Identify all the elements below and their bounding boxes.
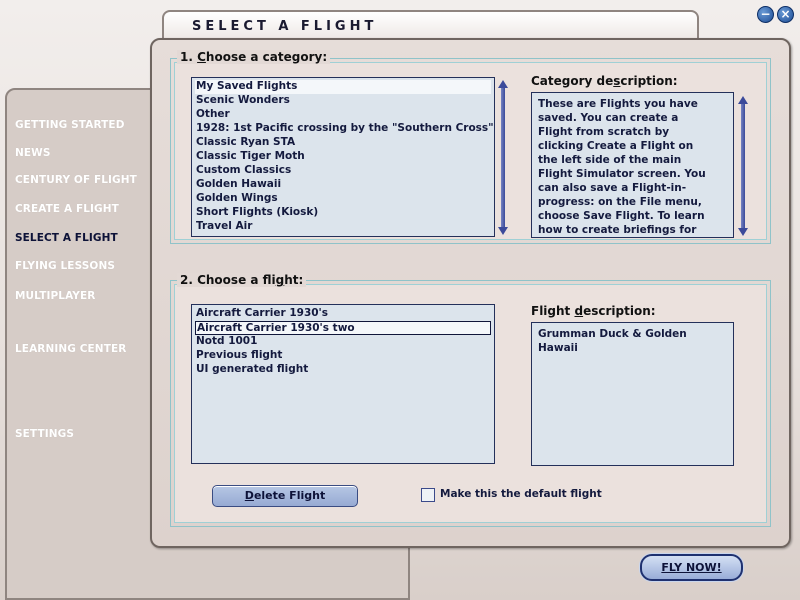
nav-item-multiplayer[interactable]: MULTIPLAYER — [15, 290, 95, 302]
category-description-label: Category description: — [531, 74, 678, 88]
list-item[interactable]: UI generated flight — [195, 363, 491, 377]
flight-description-text: Grumman Duck & Golden Hawaii — [538, 328, 687, 354]
nav-item-getting-started[interactable]: GETTING STARTED — [15, 119, 125, 131]
main-panel: 1. Choose a category: My Saved Flights S… — [150, 38, 791, 548]
scroll-down-arrow-icon[interactable] — [738, 228, 748, 236]
scroll-down-arrow-icon[interactable] — [498, 227, 508, 235]
nav-item-flying-lessons[interactable]: FLYING LESSONS — [15, 260, 115, 272]
category-description-text: These are Flights you have saved. You ca… — [538, 98, 706, 236]
flight-legend: 2. Choose a flight: — [177, 273, 307, 287]
scroll-track[interactable] — [501, 88, 505, 227]
list-item[interactable]: Short Flights (Kiosk) — [195, 206, 491, 220]
scroll-up-arrow-icon[interactable] — [738, 96, 748, 104]
default-flight-checkbox[interactable] — [421, 488, 435, 502]
default-flight-checkbox-label[interactable]: Make this the default flight — [440, 488, 602, 500]
list-item[interactable]: Travel Air — [195, 220, 491, 234]
flight-description-box: Grumman Duck & Golden Hawaii — [531, 322, 734, 466]
page-title: SELECT A FLIGHT — [192, 19, 378, 34]
description-scrollbar[interactable] — [738, 96, 748, 236]
list-item[interactable]: Golden Hawaii — [195, 178, 491, 192]
minimize-button[interactable]: − — [757, 6, 774, 23]
nav-item-news[interactable]: NEWS — [15, 147, 51, 159]
category-legend: 1. Choose a category: — [177, 50, 331, 64]
category-description-box: These are Flights you have saved. You ca… — [531, 92, 734, 238]
flight-description-label: Flight description: — [531, 304, 656, 318]
list-item[interactable]: 1928: 1st Pacific crossing by the "South… — [195, 122, 494, 136]
list-item[interactable]: Scenic Wonders — [195, 94, 491, 108]
list-item[interactable]: Notd 1001 — [195, 335, 491, 349]
category-list[interactable]: My Saved Flights Scenic Wonders Other 19… — [191, 77, 495, 237]
list-item[interactable]: Classic Ryan STA — [195, 136, 491, 150]
list-item[interactable]: Aircraft Carrier 1930's two — [195, 321, 491, 335]
list-item[interactable]: Golden Wings — [195, 192, 491, 206]
list-item[interactable]: Custom Classics — [195, 164, 491, 178]
flight-list[interactable]: Aircraft Carrier 1930's Aircraft Carrier… — [191, 304, 495, 464]
category-list-scrollbar[interactable] — [498, 80, 508, 235]
nav-item-create-a-flight[interactable]: CREATE A FLIGHT — [15, 203, 119, 215]
nav-item-select-a-flight[interactable]: SELECT A FLIGHT — [15, 232, 118, 244]
list-item[interactable]: Other — [195, 108, 491, 122]
delete-flight-button[interactable]: Delete Flight — [212, 485, 358, 507]
list-item[interactable]: Previous flight — [195, 349, 491, 363]
nav-item-settings[interactable]: SETTINGS — [15, 428, 74, 440]
close-button[interactable]: × — [777, 6, 794, 23]
scroll-up-arrow-icon[interactable] — [498, 80, 508, 88]
scroll-track[interactable] — [741, 104, 745, 228]
nav-item-century-of-flight[interactable]: CENTURY OF FLIGHT — [15, 174, 137, 186]
nav-item-learning-center[interactable]: LEARNING CENTER — [15, 343, 126, 355]
fly-now-button[interactable]: FLY NOW! — [640, 554, 743, 581]
list-item[interactable]: Aircraft Carrier 1930's — [195, 307, 491, 321]
list-item[interactable]: Classic Tiger Moth — [195, 150, 491, 164]
list-item[interactable]: My Saved Flights — [195, 80, 491, 94]
